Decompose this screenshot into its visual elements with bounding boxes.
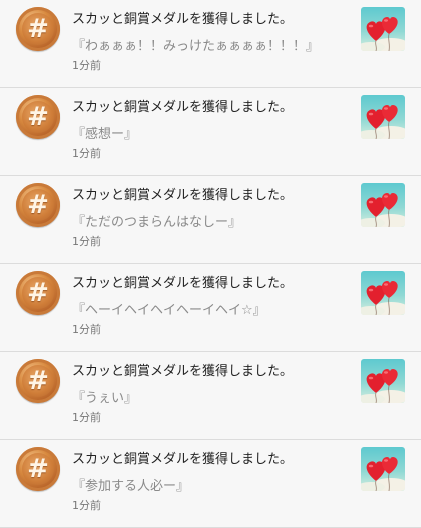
notification-title: スカッと銅賞メダルを獲得しました。 (72, 12, 294, 27)
bronze-medal-icon: # (16, 271, 60, 315)
notification-item[interactable]: # スカッと銅賞メダルを獲得しました。 『ただのつまらんはなしー』 1分前 (0, 176, 421, 264)
heart-balloons-thumbnail[interactable] (361, 447, 405, 491)
notification-title: スカッと銅賞メダルを獲得しました。 (72, 188, 294, 203)
bronze-medal-icon: # (16, 359, 60, 403)
heart-balloons-thumbnail[interactable] (361, 7, 405, 51)
notification-quote: 『ただのつまらんはなしー』 (72, 215, 242, 230)
bronze-medal-icon: # (16, 447, 60, 491)
notification-quote: 『参加する人必ー』 (72, 479, 190, 494)
notification-time: 1分前 (72, 235, 101, 248)
notification-item[interactable]: # スカッと銅賞メダルを獲得しました。 『ヘーイヘイヘイヘーイヘイ☆』 1分前 (0, 264, 421, 352)
notification-item[interactable]: # スカッと銅賞メダルを獲得しました。 『感想ー』 1分前 (0, 88, 421, 176)
bronze-medal-icon: # (16, 95, 60, 139)
notification-title: スカッと銅賞メダルを獲得しました。 (72, 276, 294, 291)
notification-quote: 『ヘーイヘイヘイヘーイヘイ☆』 (72, 303, 266, 318)
notification-quote: 『うぇい』 (72, 391, 138, 406)
heart-balloons-thumbnail[interactable] (361, 183, 405, 227)
bronze-medal-icon: # (16, 183, 60, 227)
notification-title: スカッと銅賞メダルを獲得しました。 (72, 452, 294, 467)
heart-balloons-thumbnail[interactable] (361, 95, 405, 139)
notification-time: 1分前 (72, 323, 101, 336)
notification-time: 1分前 (72, 147, 101, 160)
notification-time: 1分前 (72, 411, 101, 424)
notification-item[interactable]: # スカッと銅賞メダルを獲得しました。 『参加する人必ー』 1分前 (0, 440, 421, 528)
notification-item[interactable]: # スカッと銅賞メダルを獲得しました。 『うぇい』 1分前 (0, 352, 421, 440)
heart-balloons-thumbnail[interactable] (361, 271, 405, 315)
notification-quote: 『わぁぁぁ！！みっけたぁぁぁぁ！！！』 (72, 39, 320, 54)
bronze-medal-icon: # (16, 7, 60, 51)
heart-balloons-thumbnail[interactable] (361, 359, 405, 403)
notification-quote: 『感想ー』 (72, 127, 138, 142)
notification-title: スカッと銅賞メダルを獲得しました。 (72, 100, 294, 115)
notification-time: 1分前 (72, 59, 101, 72)
notification-item[interactable]: # スカッと銅賞メダルを獲得しました。 『わぁぁぁ！！みっけたぁぁぁぁ！！！』 … (0, 0, 421, 88)
notification-list: # スカッと銅賞メダルを獲得しました。 『わぁぁぁ！！みっけたぁぁぁぁ！！！』 … (0, 0, 421, 528)
notification-title: スカッと銅賞メダルを獲得しました。 (72, 364, 294, 379)
notification-time: 1分前 (72, 499, 101, 512)
